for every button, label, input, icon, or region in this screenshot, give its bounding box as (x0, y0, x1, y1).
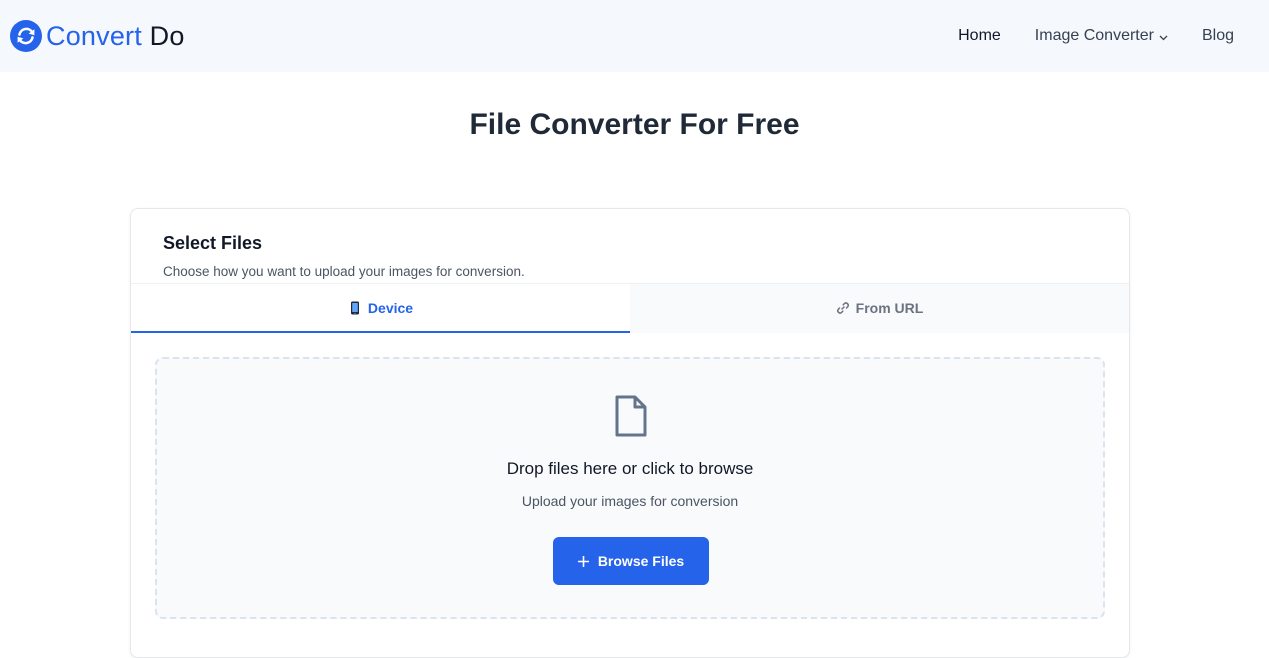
mobile-phone-icon (350, 301, 359, 314)
brand-name: Convert Do (46, 20, 185, 51)
upload-method-tabs: Device From URL (131, 283, 1129, 333)
chevron-down-icon (1159, 35, 1168, 40)
sync-circle-icon (10, 20, 42, 52)
card-title: Select Files (163, 233, 263, 253)
browse-files-button[interactable]: Browse Files (553, 537, 709, 585)
plus-icon (577, 555, 589, 567)
card-header: Select Files Choose how you want to uplo… (131, 209, 1129, 283)
dropzone-subtitle: Upload your images for conversion (521, 493, 739, 509)
file-dropzone[interactable]: Drop files here or click to browse Uploa… (155, 357, 1105, 619)
nav-links: Home Image Converter Blog (958, 27, 1234, 45)
brand-logo-link[interactable]: Convert Do (10, 20, 185, 52)
nav-home-label: Home (958, 27, 1001, 44)
tab-from-url[interactable]: From URL (630, 284, 1129, 333)
nav-blog-label: Blog (1201, 27, 1234, 44)
nav-blog-link[interactable]: Blog (1202, 27, 1234, 45)
browse-files-label: Browse Files (597, 553, 685, 569)
nav-home-link[interactable]: Home (958, 27, 1001, 45)
tab-device-label: Device (367, 299, 414, 316)
file-icon (615, 395, 647, 437)
brand-name-part1: Convert (46, 20, 142, 51)
tab-from-url-label: From URL (855, 299, 924, 316)
nav-image-converter-label: Image Converter (1034, 27, 1154, 44)
navbar: Convert Do Home Image Converter Blog (0, 0, 1269, 72)
tab-device[interactable]: Device (131, 284, 630, 333)
nav-image-converter-dropdown[interactable]: Image Converter (1035, 27, 1168, 45)
link-icon (836, 301, 849, 314)
brand-name-part2: Do (149, 20, 185, 51)
page-title: File Converter For Free (469, 108, 800, 141)
dropzone-title: Drop files here or click to browse (506, 459, 754, 478)
card-subtitle: Choose how you want to upload your image… (163, 264, 525, 279)
select-files-card: Select Files Choose how you want to uplo… (130, 208, 1130, 658)
